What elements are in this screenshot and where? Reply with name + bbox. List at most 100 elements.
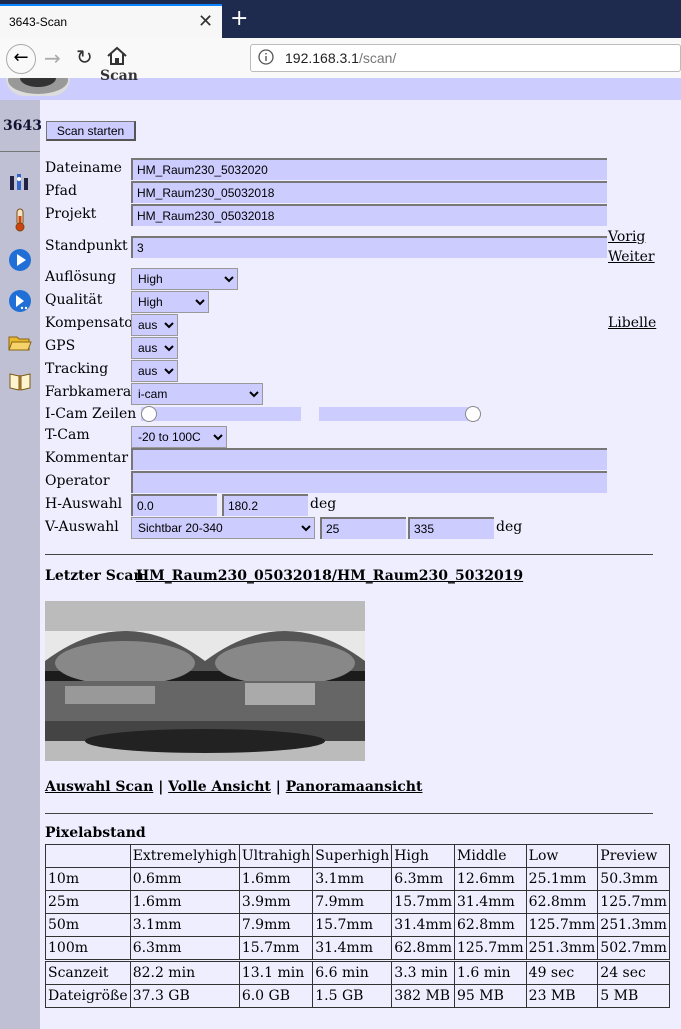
- table-cell: 25.1mm: [525, 867, 599, 891]
- table-cell: 25m: [45, 890, 131, 914]
- v-preset-select[interactable]: Sichtbar 20-340: [131, 517, 315, 539]
- table-cell: 382 MB: [391, 984, 456, 1008]
- h-unit: deg: [310, 496, 337, 512]
- tracking-select[interactable]: aus: [131, 360, 178, 382]
- play-more-icon[interactable]: [8, 289, 32, 313]
- table-cell: 3.1mm: [312, 867, 393, 891]
- table-cell: [45, 844, 131, 868]
- table-cell: 95 MB: [454, 984, 527, 1008]
- table-cell: Superhigh: [312, 844, 393, 868]
- table-cell: 1.6mm: [129, 890, 240, 914]
- browser-tab[interactable]: 3643-Scan ✕: [0, 4, 222, 38]
- aufloesung-select[interactable]: High: [131, 268, 238, 290]
- table-cell: 13.1 min: [238, 959, 314, 985]
- tracking-label: Tracking: [45, 361, 109, 377]
- play-icon[interactable]: [8, 248, 32, 272]
- projekt-input[interactable]: [131, 204, 607, 226]
- standpunkt-input[interactable]: [131, 236, 607, 258]
- v-to-input[interactable]: [408, 517, 494, 539]
- volle-ansicht-link[interactable]: Volle Ansicht: [168, 779, 271, 795]
- home-icon[interactable]: [106, 46, 128, 70]
- dateiname-label: Dateiname: [45, 160, 122, 176]
- table-cell: 251.3mm: [525, 936, 599, 961]
- tcam-label: T-Cam: [45, 427, 90, 443]
- new-tab-icon[interactable]: +: [230, 6, 248, 31]
- table-cell: 12.6mm: [454, 867, 527, 891]
- page-title: Scan: [100, 68, 138, 84]
- vorig-link[interactable]: Vorig: [608, 229, 645, 245]
- pfad-input[interactable]: [131, 181, 607, 203]
- pfad-label: Pfad: [45, 183, 77, 199]
- table-cell: 125.7mm: [454, 936, 527, 961]
- h-from-input[interactable]: [131, 494, 217, 516]
- table-cell: 62.8mm: [525, 890, 599, 914]
- scan-start-button[interactable]: Scan starten: [46, 121, 136, 141]
- table-cell: 5 MB: [597, 984, 670, 1008]
- table-cell: Low: [525, 844, 599, 868]
- farbkamera-label: Farbkamera: [45, 384, 132, 400]
- last-scan-label: Letzter Scan: [45, 568, 144, 584]
- settings-icon[interactable]: [8, 170, 32, 194]
- folder-icon[interactable]: [8, 331, 32, 355]
- dateiname-input[interactable]: [131, 158, 607, 180]
- libelle-link[interactable]: Libelle: [608, 315, 656, 331]
- table-cell: 7.9mm: [312, 890, 393, 914]
- book-icon[interactable]: [8, 369, 32, 393]
- divider: [45, 554, 653, 555]
- table-row: 100m 6.3mm 15.7mm 31.4mm 62.8mm 125.7mm 251.3m…: [45, 936, 670, 961]
- back-icon[interactable]: ←: [6, 44, 36, 74]
- link-separator: |: [275, 779, 281, 795]
- table-cell: 31.4mm: [454, 890, 527, 914]
- operator-label: Operator: [45, 473, 110, 489]
- kommentar-input[interactable]: [131, 448, 607, 470]
- table-cell: 37.3 GB: [129, 984, 240, 1008]
- qualitaet-select[interactable]: High: [131, 291, 209, 313]
- table-cell: 3.9mm: [238, 890, 314, 914]
- info-icon[interactable]: [258, 49, 274, 69]
- table-cell: High: [391, 844, 456, 868]
- tcam-select[interactable]: -20 to 100C: [131, 426, 227, 448]
- last-scan-link[interactable]: HM_Raum230_05032018/HM_Raum230_5032019: [136, 568, 523, 584]
- table-cell: 24 sec: [597, 959, 670, 985]
- table-cell: 1.6 min: [454, 959, 527, 985]
- table-row: 10m 0.6mm 1.6mm 3.1mm 6.3mm 12.6mm 25.1mm 50.3m…: [45, 867, 670, 891]
- auswahl-scan-link[interactable]: Auswahl Scan: [45, 779, 153, 795]
- table-cell: 3.3 min: [391, 959, 456, 985]
- thermometer-icon[interactable]: [8, 208, 32, 232]
- table-row: Scanzeit 82.2 min 13.1 min 6.6 min 3.3 min 1.…: [45, 959, 670, 985]
- tab-close-icon[interactable]: ✕: [198, 11, 213, 32]
- icam-slider-right[interactable]: [319, 406, 481, 422]
- table-cell: Ultrahigh: [238, 844, 314, 868]
- panoramaansicht-link[interactable]: Panoramaansicht: [286, 779, 423, 795]
- gps-select[interactable]: aus: [131, 337, 178, 359]
- link-separator: |: [158, 779, 164, 795]
- table-row: 25m 1.6mm 3.9mm 7.9mm 15.7mm 31.4mm 62.8mm 125.…: [45, 890, 670, 914]
- farbkamera-select[interactable]: i-cam: [131, 383, 263, 405]
- v-from-input[interactable]: [320, 517, 406, 539]
- operator-input[interactable]: [131, 471, 607, 493]
- icam-slider-left[interactable]: [141, 406, 301, 422]
- table-cell: 82.2 min: [129, 959, 240, 985]
- table-row: Extremelyhigh Ultrahigh Superhigh High Middl…: [45, 844, 670, 868]
- reload-icon[interactable]: ↻: [76, 45, 93, 69]
- table-cell: 31.4mm: [312, 936, 393, 961]
- forward-icon[interactable]: →: [44, 46, 61, 70]
- table-cell: Middle: [454, 844, 527, 868]
- url-text: 192.168.3.1/scan/: [285, 50, 397, 66]
- sidebar: [0, 100, 40, 1029]
- icam-slider-right-knob[interactable]: [465, 406, 481, 422]
- table-cell: 31.4mm: [391, 913, 456, 937]
- weiter-link[interactable]: Weiter: [608, 249, 655, 265]
- table-cell: 50m: [45, 913, 131, 937]
- table-cell: 3.1mm: [129, 913, 240, 937]
- panorama-thumbnail[interactable]: [45, 601, 365, 761]
- kompensator-select[interactable]: aus: [131, 314, 178, 336]
- table-cell: 62.8mm: [391, 936, 456, 961]
- table-cell: Dateigröße: [45, 984, 131, 1008]
- kommentar-label: Kommentar: [45, 450, 129, 466]
- pixel-table: Extremelyhigh Ultrahigh Superhigh High Middl…: [45, 844, 670, 1008]
- icam-slider-left-knob[interactable]: [141, 406, 157, 422]
- h-to-input[interactable]: [222, 494, 308, 516]
- logo: [6, 78, 70, 96]
- table-cell: 502.7mm: [597, 936, 670, 961]
